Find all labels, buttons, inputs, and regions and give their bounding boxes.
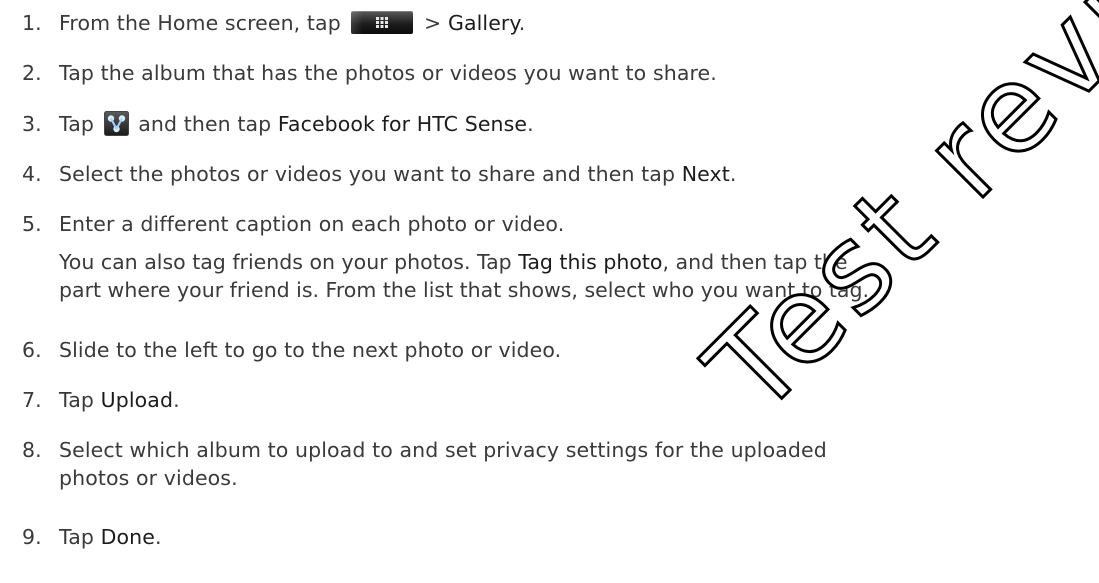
step-number: 8.: [22, 438, 42, 462]
step-end: .: [173, 388, 180, 412]
step-end: .: [518, 11, 526, 35]
step-number: 7.: [22, 388, 42, 412]
note-text-after: , and then tap the: [662, 250, 848, 274]
step-text-after: >: [417, 11, 448, 35]
step-keyword: Done: [100, 525, 155, 549]
step-text: Select the photos or videos you want to …: [59, 160, 1099, 188]
step-text: Tap and then tap Facebook for HTC Sense.: [59, 110, 1099, 138]
step-text-before: Select the photos or videos you want to …: [59, 162, 682, 186]
share-icon: [103, 111, 129, 136]
all-apps-icon: [351, 11, 414, 34]
step-text-line: Slide to the left to go to the next phot…: [59, 338, 562, 362]
step-text-line: Enter a different caption on each photo …: [59, 212, 565, 236]
step-end: .: [154, 525, 162, 549]
step-keyword: Gallery: [447, 11, 519, 35]
step-text-before: Tap: [59, 388, 101, 412]
step-number: 1.: [22, 11, 42, 35]
step-text-line: Tap the album that has the photos or vid…: [59, 61, 717, 85]
step-number: 4.: [22, 162, 42, 186]
step-text: Tap Done.: [59, 523, 1099, 551]
step-text-before: From the Home screen, tap: [59, 11, 348, 35]
step-end: .: [527, 112, 534, 136]
step-end: .: [729, 162, 737, 186]
step-keyword: Next: [681, 162, 730, 186]
step-text: Tap Upload.: [59, 386, 1099, 414]
step-text: Slide to the left to go to the next phot…: [59, 336, 1099, 364]
instructions-page: 1. From the Home screen, tap > Gallery. …: [0, 0, 1099, 583]
step-text-before: Tap: [59, 112, 101, 136]
step-number: 5.: [22, 212, 42, 236]
step-text-line: Select which album to upload to and set …: [59, 438, 827, 462]
note-text-before: You can also tag friends on your photos.…: [59, 250, 519, 274]
step-text: Select which album to upload to and set …: [59, 436, 1099, 492]
step-5-note: You can also tag friends on your photos.…: [59, 248, 1099, 304]
note-text-line-2: part where your friend is. From the list…: [59, 278, 869, 302]
step-number: 6.: [22, 338, 42, 362]
step-text-after: and then tap: [131, 112, 278, 136]
note-keyword: Tag this photo: [518, 250, 663, 274]
step-number: 9.: [22, 525, 42, 549]
step-keyword: Upload: [100, 388, 174, 412]
step-text: Tap the album that has the photos or vid…: [59, 59, 1099, 87]
step-number: 3.: [22, 112, 42, 136]
step-text-before: Tap: [59, 525, 101, 549]
step-keyword: Facebook for HTC Sense: [277, 112, 528, 136]
step-text-line-2: photos or videos.: [59, 466, 238, 490]
step-number: 2.: [22, 61, 42, 85]
step-text: Enter a different caption on each photo …: [59, 210, 1099, 238]
step-text: From the Home screen, tap > Gallery.: [59, 9, 1099, 37]
